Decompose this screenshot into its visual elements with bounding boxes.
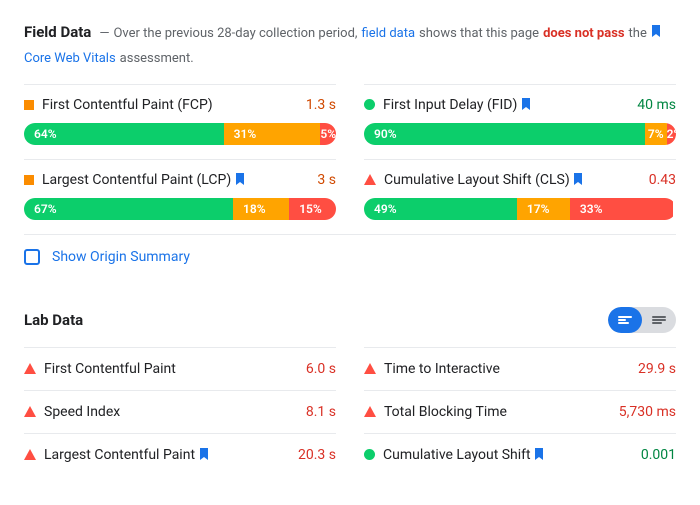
bookmark-icon <box>235 173 245 185</box>
distribution-segment: 5% <box>320 123 336 145</box>
field-metric[interactable]: First Contentful Paint (FCP) 1.3 s 64%31%5… <box>24 84 336 159</box>
lab-metric[interactable]: Total Blocking Time 5,730 ms <box>364 390 676 433</box>
lab-metric-value: 5,730 ms <box>619 404 676 420</box>
metric-value: 40 ms <box>637 97 676 113</box>
bookmark-icon <box>573 173 583 185</box>
field-metric[interactable]: First Input Delay (FID) 40 ms 90%7%2% <box>364 84 676 159</box>
distribution-segment: 17% <box>517 198 570 220</box>
distribution-segment: 49% <box>364 198 517 220</box>
desc-after: the <box>629 24 647 45</box>
align-left-icon <box>618 315 632 325</box>
lab-metric-value: 8.1 s <box>306 404 336 420</box>
show-origin-summary-row[interactable]: Show Origin Summary <box>24 234 676 279</box>
lab-metric[interactable]: Largest Contentful Paint 20.3 s <box>24 433 336 476</box>
dash: — <box>99 24 109 45</box>
distribution-segment: 18% <box>233 198 289 220</box>
lab-metric[interactable]: Cumulative Layout Shift 0.001 <box>364 433 676 476</box>
lab-data-grid: First Contentful Paint 6.0 s Time to Inter… <box>24 347 676 476</box>
bookmark-icon <box>199 448 209 460</box>
distribution-segment: 31% <box>224 123 321 145</box>
status-square-icon <box>24 100 34 110</box>
distribution-bar: 90%7%2% <box>364 123 676 145</box>
distribution-segment: 33% <box>570 198 673 220</box>
metric-name: Cumulative Layout Shift (CLS) <box>384 172 641 188</box>
status-triangle-icon <box>24 449 36 460</box>
lab-metric[interactable]: Speed Index 8.1 s <box>24 390 336 433</box>
status-square-icon <box>24 175 34 185</box>
lab-metric-name: First Contentful Paint <box>44 361 298 377</box>
status-circle-icon <box>364 449 375 460</box>
lab-metric-name: Cumulative Layout Shift <box>383 447 633 463</box>
metric-name: First Contentful Paint (FCP) <box>42 97 298 113</box>
metric-value: 3 s <box>317 172 336 188</box>
distribution-segment: 7% <box>645 123 667 145</box>
lab-metric-name: Time to Interactive <box>384 361 630 377</box>
distribution-segment: 15% <box>289 198 336 220</box>
distribution-segment: 67% <box>24 198 233 220</box>
distribution-segment: 90% <box>364 123 645 145</box>
lab-metric-name: Largest Contentful Paint <box>44 447 290 463</box>
view-toggle-right[interactable] <box>642 307 676 333</box>
metric-value: 1.3 s <box>306 97 336 113</box>
metric-name: First Input Delay (FID) <box>383 97 629 113</box>
lab-metric-name: Total Blocking Time <box>384 404 611 420</box>
bookmark-icon <box>651 25 661 37</box>
field-metric[interactable]: Largest Contentful Paint (LCP) 3 s 67%18%… <box>24 159 336 234</box>
field-data-link[interactable]: field data <box>362 24 416 45</box>
field-data-header: Field Data — Over the previous 28-day co… <box>24 20 676 70</box>
distribution-segment: 2% <box>667 123 676 145</box>
field-data-grid: First Contentful Paint (FCP) 1.3 s 64%31%5… <box>24 84 676 279</box>
lab-data-title: Lab Data <box>24 311 83 329</box>
align-lines-icon <box>652 315 666 325</box>
desc-before: Over the previous 28-day collection peri… <box>113 24 357 45</box>
lab-metric-value: 20.3 s <box>298 447 336 463</box>
core-web-vitals-link[interactable]: Core Web Vitals <box>24 49 116 70</box>
bookmark-icon <box>534 448 544 460</box>
distribution-bar: 67%18%15% <box>24 198 336 220</box>
status-triangle-icon <box>24 363 36 374</box>
lab-metric[interactable]: Time to Interactive 29.9 s <box>364 347 676 390</box>
lab-data-header: Lab Data <box>24 307 676 333</box>
status-triangle-icon <box>24 406 36 417</box>
lab-metric[interactable]: First Contentful Paint 6.0 s <box>24 347 336 390</box>
status-triangle-icon <box>364 363 376 374</box>
view-toggle <box>608 307 676 333</box>
fail-text: does not pass <box>543 24 624 45</box>
view-toggle-left[interactable] <box>608 307 642 333</box>
status-triangle-icon <box>364 174 376 185</box>
distribution-bar: 49%17%33% <box>364 198 676 220</box>
lab-metric-value: 29.9 s <box>638 361 676 377</box>
distribution-bar: 64%31%5% <box>24 123 336 145</box>
metric-name: Largest Contentful Paint (LCP) <box>42 172 309 188</box>
metric-value: 0.43 <box>649 172 676 188</box>
lab-metric-value: 0.001 <box>641 447 676 463</box>
field-metric[interactable]: Cumulative Layout Shift (CLS) 0.43 49%17%… <box>364 159 676 234</box>
desc-end: assessment. <box>120 49 194 70</box>
desc-mid: shows that this page <box>419 24 539 45</box>
show-origin-summary-label: Show Origin Summary <box>52 249 190 265</box>
lab-metric-value: 6.0 s <box>306 361 336 377</box>
checkbox-icon[interactable] <box>24 249 40 265</box>
status-triangle-icon <box>364 406 376 417</box>
bookmark-icon <box>521 98 531 110</box>
distribution-segment: 64% <box>24 123 224 145</box>
lab-metric-name: Speed Index <box>44 404 298 420</box>
status-circle-icon <box>364 99 375 110</box>
field-data-title: Field Data <box>24 20 91 44</box>
